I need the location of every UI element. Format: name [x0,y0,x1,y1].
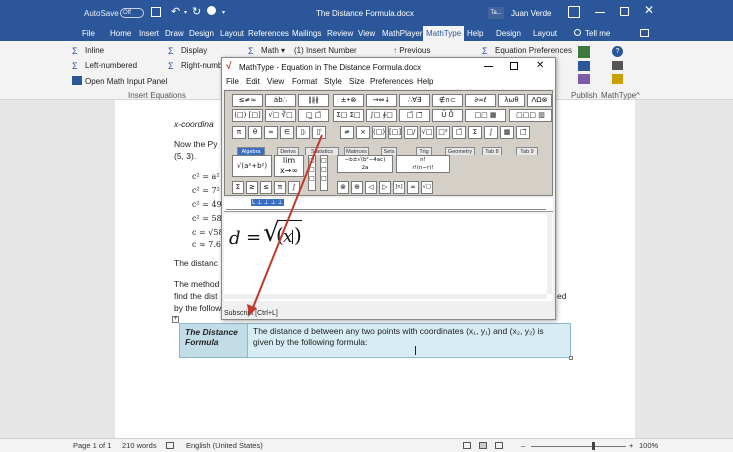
annotation-arrow-line [251,134,323,311]
annotation-arrow-head [247,304,257,316]
annotation-arrow [247,134,323,316]
